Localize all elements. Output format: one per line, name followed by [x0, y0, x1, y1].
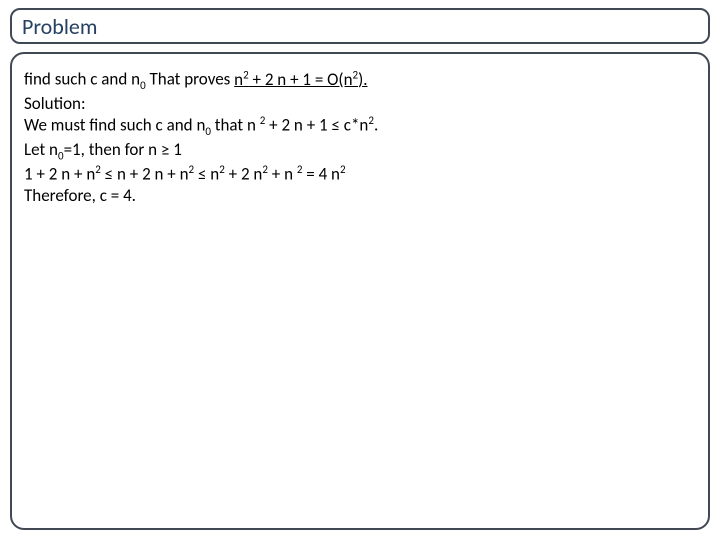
superscript-two: 2 [340, 163, 346, 176]
text: + 2 n + 1 ≤ c*n [265, 115, 368, 136]
line-4: Let n0=1, then for n ≥ 1 [24, 139, 696, 163]
title-panel: Problem [10, 8, 710, 44]
text: . [374, 115, 378, 136]
text: find such c and n [24, 69, 140, 90]
text: We must find such c and n [24, 115, 205, 136]
text: + 2 n + 1 = O(n [249, 69, 353, 90]
formula-underlined: n2 + 2 n + 1 = O(n2). [234, 69, 367, 90]
text: Solution: [24, 93, 86, 114]
line-2: Solution: [24, 93, 696, 114]
text: + 2 n [225, 164, 263, 185]
line-3: We must find such c and n0 that n 2 + 2 … [24, 114, 696, 139]
text: Therefore, c = 4. [24, 185, 136, 206]
text: = 4 n [302, 164, 340, 185]
content-panel: find such c and n0 That proves n2 + 2 n … [10, 52, 710, 530]
text: that n [211, 115, 260, 136]
text: 1 + 2 n + n [24, 164, 95, 185]
text: Let n [24, 139, 58, 160]
text: ≤ n [194, 164, 219, 185]
text: + n [268, 164, 297, 185]
text: That proves [146, 69, 235, 90]
line-6: Therefore, c = 4. [24, 185, 696, 206]
text: ). [358, 69, 367, 90]
title-text: Problem [22, 13, 97, 40]
text: ≤ n + 2 n + n [101, 164, 189, 185]
line-5: 1 + 2 n + n2 ≤ n + 2 n + n2 ≤ n2 + 2 n2 … [24, 163, 696, 185]
text: n [234, 69, 243, 90]
text: =1, then for n ≥ 1 [64, 139, 182, 160]
line-1: find such c and n0 That proves n2 + 2 n … [24, 68, 696, 93]
